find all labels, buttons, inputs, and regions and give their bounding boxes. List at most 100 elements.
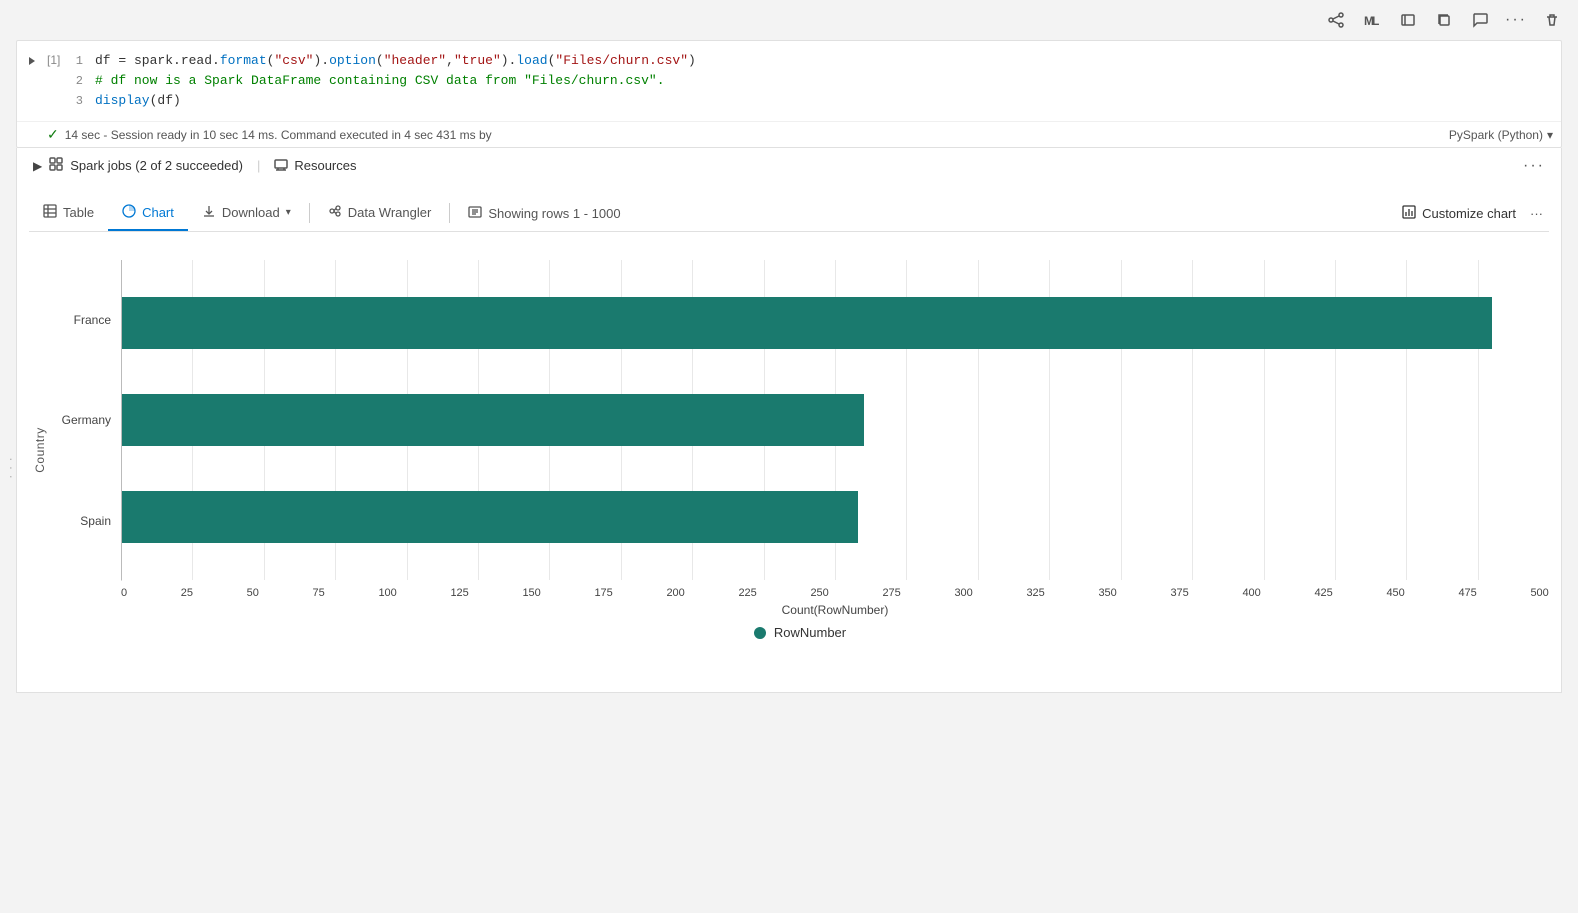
y-label-germany: Germany (51, 370, 121, 470)
pyspark-label: PySpark (Python) ▾ (1449, 128, 1553, 142)
x-tick-250: 250 (810, 587, 828, 599)
bars-and-axes: France Germany Spain (51, 260, 1549, 581)
legend-dot (754, 627, 766, 639)
download-tab-icon (202, 204, 216, 221)
side-dots: ··· (4, 457, 20, 483)
resources-icon (274, 157, 288, 174)
tab-download[interactable]: Download ▾ (188, 196, 305, 231)
download-chevron-icon: ▾ (286, 207, 291, 218)
spark-jobs-more[interactable]: ··· (1523, 157, 1545, 175)
chart-area: Country France Germany Spain (29, 244, 1549, 680)
customize-chart-icon (1402, 205, 1416, 222)
y-axis-label-container: Country (29, 260, 51, 640)
status-check-icon: ✓ (47, 126, 59, 143)
line-num-1: 1 (75, 51, 95, 71)
chart-tab-label: Chart (142, 205, 174, 220)
x-tick-125: 125 (450, 587, 468, 599)
y-axis-label: Country (33, 427, 47, 473)
code-line-3: 3 display(df) (75, 91, 1561, 111)
x-tick-500: 500 (1530, 587, 1548, 599)
code-text-3: display(df) (95, 91, 1561, 111)
bar-row-spain (122, 477, 1549, 557)
tab-data-wrangler[interactable]: Data Wrangler (314, 196, 446, 231)
status-left: ✓ 14 sec - Session ready in 10 sec 14 ms… (47, 126, 492, 143)
x-tick-400: 400 (1242, 587, 1260, 599)
tab-chart[interactable]: Chart (108, 196, 188, 231)
line-num-3: 3 (75, 91, 95, 111)
notebook-cell: [1] 1 df = spark.read.format("csv").opti… (16, 40, 1562, 148)
customize-chart-button[interactable]: Customize chart (1394, 201, 1524, 226)
delete-icon[interactable] (1538, 6, 1566, 34)
y-label-france: France (51, 270, 121, 370)
resources-label: Resources (294, 158, 356, 173)
duplicate-icon[interactable] (1430, 6, 1458, 34)
showing-rows-icon (468, 205, 482, 222)
code-text-1: df = spark.read.format("csv").option("he… (95, 51, 1561, 71)
bar-france (122, 297, 1492, 349)
x-tick-0: 0 (121, 587, 127, 599)
toolbar-icons: M L ··· (1322, 6, 1566, 34)
bar-spain (122, 491, 858, 543)
svg-text:L: L (1372, 14, 1379, 28)
status-text: 14 sec - Session ready in 10 sec 14 ms. … (65, 128, 492, 142)
runtime-chevron[interactable]: ▾ (1547, 128, 1553, 142)
x-tick-475: 475 (1458, 587, 1476, 599)
chart-tab-icon (122, 204, 136, 221)
tab-table[interactable]: Table (29, 196, 108, 231)
showing-rows: Showing rows 1 - 1000 (454, 197, 634, 230)
x-tick-300: 300 (954, 587, 972, 599)
comment-icon[interactable] (1466, 6, 1494, 34)
table-tab-label: Table (63, 205, 94, 220)
bar-row-germany (122, 380, 1549, 460)
chart-inner: France Germany Spain (51, 260, 1549, 640)
output-tabs: Table Chart Download ▾ (29, 195, 1549, 232)
x-tick-150: 150 (522, 587, 540, 599)
x-tick-175: 175 (594, 587, 612, 599)
more-options-icon[interactable]: ··· (1502, 6, 1530, 34)
share-icon[interactable] (1322, 6, 1350, 34)
download-tab-label: Download (222, 205, 280, 220)
data-wrangler-icon (328, 204, 342, 221)
x-axis-ticks: 0 25 50 75 100 125 150 175 200 225 250 2… (121, 581, 1549, 599)
bar-row-france (122, 283, 1549, 363)
code-block[interactable]: 1 df = spark.read.format("csv").option("… (75, 51, 1561, 111)
spark-jobs-label: Spark jobs (2 of 2 succeeded) (70, 158, 243, 173)
preview-icon[interactable] (1394, 6, 1422, 34)
spark-jobs-toggle[interactable]: ▶ (33, 159, 42, 173)
cell-status-bar: ✓ 14 sec - Session ready in 10 sec 14 ms… (17, 121, 1561, 147)
x-tick-375: 375 (1170, 587, 1188, 599)
code-line-2: 2 # df now is a Spark DataFrame containi… (75, 71, 1561, 91)
tab-separator (309, 203, 310, 223)
table-tab-icon (43, 204, 57, 221)
bars-grid (121, 260, 1549, 581)
bar-rows (122, 260, 1549, 580)
x-tick-25: 25 (181, 587, 193, 599)
x-tick-325: 325 (1026, 587, 1044, 599)
x-tick-50: 50 (247, 587, 259, 599)
showing-rows-label: Showing rows 1 - 1000 (488, 206, 620, 221)
x-tick-225: 225 (738, 587, 756, 599)
output-panel: ··· Table Chart (16, 183, 1562, 693)
cell-collapse-button[interactable] (17, 51, 47, 67)
chart-container: Country France Germany Spain (29, 260, 1549, 640)
top-toolbar: M L ··· (0, 0, 1578, 40)
data-wrangler-label: Data Wrangler (348, 205, 432, 220)
spark-jobs-bar: ▶ Spark jobs (2 of 2 succeeded) | Resour… (16, 148, 1562, 183)
cell-execution-number: [1] (47, 51, 75, 67)
line-num-2: 2 (75, 71, 95, 91)
legend-label: RowNumber (774, 625, 846, 640)
x-tick-100: 100 (378, 587, 396, 599)
x-tick-275: 275 (882, 587, 900, 599)
x-axis-title: Count(RowNumber) (121, 603, 1549, 617)
spark-jobs-icon (48, 156, 64, 175)
x-tick-350: 350 (1098, 587, 1116, 599)
tab-more-button[interactable]: ··· (1524, 202, 1549, 225)
x-tick-200: 200 (666, 587, 684, 599)
y-axis-labels: France Germany Spain (51, 260, 121, 581)
code-text-2: # df now is a Spark DataFrame containing… (95, 71, 1561, 91)
chart-legend: RowNumber (51, 625, 1549, 640)
bar-germany (122, 394, 864, 446)
customize-chart-label: Customize chart (1422, 206, 1516, 221)
model-icon[interactable]: M L (1358, 6, 1386, 34)
tab-separator-2 (449, 203, 450, 223)
